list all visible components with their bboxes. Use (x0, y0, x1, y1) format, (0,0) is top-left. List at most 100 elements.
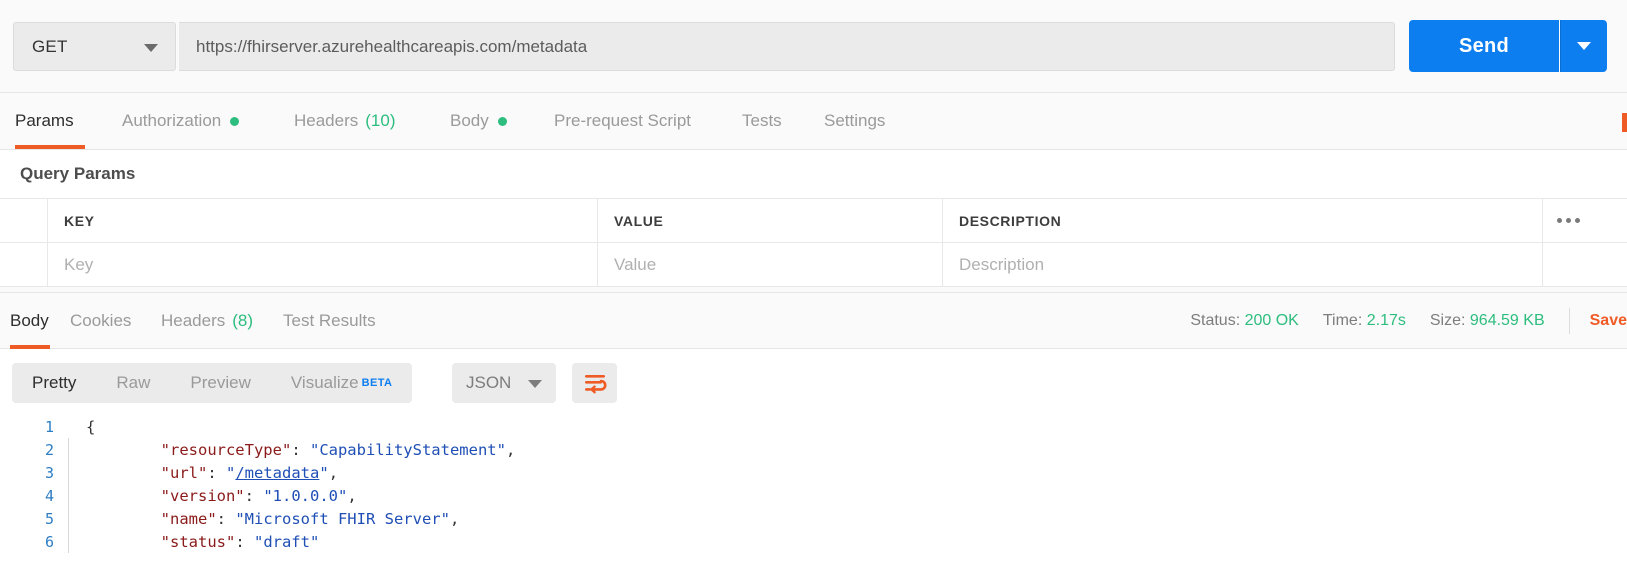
view-label: Pretty (32, 373, 77, 392)
line-number: 3 (44, 463, 54, 482)
response-tab-label: Body (10, 311, 49, 330)
ellipsis-icon[interactable] (1557, 218, 1580, 223)
view-label: Raw (116, 373, 151, 392)
time-field: Time: 2.17s (1323, 312, 1406, 330)
query-params-title: Query Params (20, 164, 136, 183)
json-key: "url" (160, 463, 208, 482)
code-text[interactable]: "name": "Microsoft FHIR Server", (86, 509, 460, 528)
status-value: 200 OK (1244, 312, 1299, 329)
param-value-input[interactable]: Value (598, 243, 943, 286)
cookies-link-clipped[interactable] (1622, 113, 1627, 132)
view-label: Visualize (290, 373, 359, 392)
line-number: 2 (44, 440, 54, 459)
json-punct: : (235, 532, 254, 551)
tab-label: Settings (824, 111, 886, 130)
line-number: 1 (44, 417, 54, 436)
response-tab-count: (8) (232, 311, 254, 330)
json-key: "status" (160, 532, 236, 551)
select-all-checkbox-cell[interactable] (0, 199, 48, 242)
save-response-link[interactable]: Save (1590, 312, 1627, 330)
column-header-description: DESCRIPTION (943, 199, 1543, 242)
view-raw[interactable]: Raw (96, 363, 170, 403)
send-button[interactable]: Send (1409, 20, 1559, 72)
tab-tests[interactable]: Tests (742, 93, 782, 149)
code-text[interactable]: "resourceType": "CapabilityStatement", (86, 440, 516, 459)
tab-pre-request-script[interactable]: Pre-request Script (554, 93, 691, 149)
fold-guide (68, 461, 86, 484)
code-line: 3 "url": "/metadata", (0, 461, 1627, 484)
line-number: 4 (44, 486, 54, 505)
size-label: Size: (1429, 312, 1466, 329)
json-punct: , (505, 440, 516, 459)
json-string: "CapabilityStatement" (309, 440, 506, 459)
response-tab-headers[interactable]: Headers (8) (161, 293, 253, 349)
tab-label: Headers (294, 111, 359, 130)
response-tab-cookies[interactable]: Cookies (70, 293, 131, 349)
tab-authorization[interactable]: Authorization (122, 93, 240, 149)
code-text[interactable]: { (86, 418, 95, 436)
chevron-down-icon (1577, 42, 1591, 50)
json-link[interactable]: /metadata (235, 464, 319, 482)
response-tab-label: Headers (161, 311, 226, 330)
fold-guide (68, 507, 86, 530)
size-field: Size: 964.59 KB (1430, 312, 1545, 330)
code-line: 5 "name": "Microsoft FHIR Server", (0, 507, 1627, 530)
url-input[interactable]: https://fhirserver.azurehealthcareapis.c… (179, 22, 1395, 71)
http-method-dropdown[interactable]: GET (13, 22, 176, 71)
code-text[interactable]: "version": "1.0.0.0", (86, 487, 357, 505)
param-key-input[interactable]: Key (48, 243, 598, 286)
json-string: "1.0.0.0" (263, 486, 348, 505)
chevron-down-icon (144, 43, 158, 52)
time-label: Time: (1322, 312, 1363, 329)
request-tab-bar: Params Authorization Headers (10) Body Pre-re… (0, 93, 1627, 150)
column-header-value: VALUE (598, 199, 943, 242)
code-text[interactable]: "url": "/metadata", (86, 464, 338, 482)
tab-label: Tests (742, 111, 782, 130)
view-visualize[interactable]: Visualize BETA (271, 363, 412, 403)
json-punct: , (328, 463, 339, 482)
tab-label: Params (15, 111, 74, 130)
json-key: "resourceType" (160, 440, 292, 459)
tab-modified-dot-icon (230, 116, 240, 126)
response-body-code[interactable]: 1{2 "resourceType": "CapabilityStatement… (0, 415, 1627, 567)
response-tab-test-results[interactable]: Test Results (283, 293, 376, 349)
response-format-dropdown[interactable]: JSON (452, 363, 556, 403)
word-wrap-icon (584, 375, 606, 394)
active-tab-underline (15, 145, 85, 149)
time-value: 2.17s (1366, 312, 1406, 329)
tab-headers[interactable]: Headers (10) (294, 93, 396, 149)
fold-guide (68, 438, 86, 461)
code-text[interactable]: "status": "draft" (86, 532, 320, 551)
json-string: "draft" (253, 532, 320, 551)
send-options-button[interactable] (1560, 20, 1607, 72)
tab-params[interactable]: Params (15, 93, 85, 149)
word-wrap-toggle[interactable] (572, 363, 617, 403)
table-row[interactable]: Key Value Description (0, 243, 1627, 287)
bulk-edit-menu-button[interactable] (1543, 199, 1627, 242)
json-punct: : (244, 486, 264, 505)
tab-modified-dot-icon (497, 116, 507, 126)
param-description-input[interactable]: Description (943, 243, 1543, 286)
query-params-section: Query Params KEY VALUE DESCRIPTION Key V… (0, 150, 1627, 287)
status-field: Status: 200 OK (1190, 312, 1299, 330)
row-actions-cell (1543, 243, 1627, 286)
table-header-row: KEY VALUE DESCRIPTION (0, 198, 1627, 243)
line-number: 6 (44, 532, 54, 551)
divider (1568, 308, 1570, 334)
row-checkbox-cell[interactable] (0, 243, 48, 286)
tab-settings[interactable]: Settings (824, 93, 885, 149)
url-bar: GET https://fhirserver.azurehealthcareap… (0, 0, 1627, 93)
chevron-down-icon (528, 380, 542, 388)
tab-body[interactable]: Body (450, 93, 507, 149)
response-tab-bar: Test Results Headers (8) Cookies Body Status… (0, 292, 1627, 349)
json-string: "Microsoft FHIR Server" (235, 509, 450, 528)
response-view-toolbar: Pretty Raw Preview Visualize BETA JSON (0, 349, 1627, 415)
view-preview[interactable]: Preview (170, 363, 270, 403)
fold-guide (68, 415, 86, 438)
response-tab-body[interactable]: Body (10, 293, 50, 349)
json-punct: , (347, 486, 357, 505)
code-line: 1{ (0, 415, 1627, 438)
view-pretty[interactable]: Pretty (12, 363, 96, 403)
json-punct: : (216, 509, 236, 528)
beta-badge: BETA (361, 377, 393, 389)
